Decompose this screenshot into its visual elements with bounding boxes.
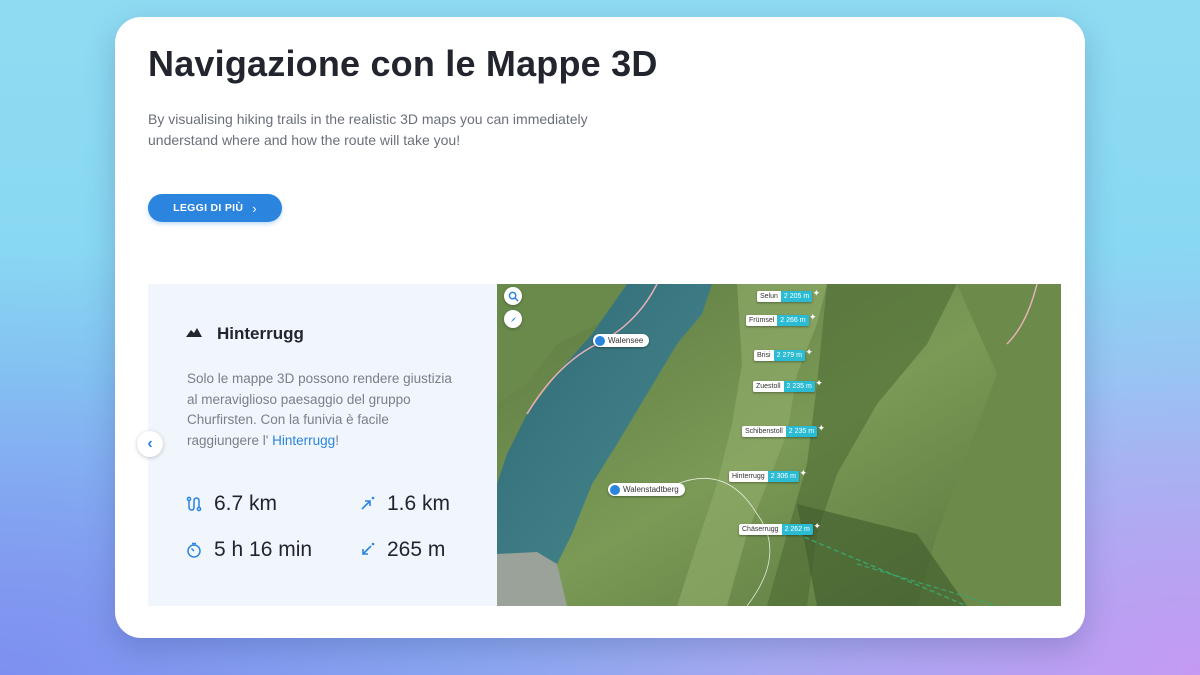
lake-icon <box>595 335 605 346</box>
peak-name: Zuestoll <box>753 381 784 392</box>
stat-ascent: 1.6 km <box>359 492 450 516</box>
peak-name: Brisi <box>754 350 774 361</box>
peak-elevation: 2 235 m <box>783 381 815 392</box>
peak-name: Selun <box>757 291 781 302</box>
feature-description: By visualising hiking trails in the real… <box>148 111 588 148</box>
map-compass-button[interactable] <box>504 310 522 328</box>
chevron-left-icon: ‹ <box>147 435 153 452</box>
peak-elevation: 2 235 m <box>785 426 818 437</box>
ascent-arrow-icon <box>361 496 375 510</box>
place-name: Walensee <box>608 336 644 345</box>
summit-star-icon: ✦ <box>809 312 817 322</box>
descent-value: 265 m <box>387 538 446 561</box>
summit-star-icon: ✦ <box>813 521 821 531</box>
tour-title: Hinterrugg <box>217 324 304 343</box>
place-label-walensee[interactable]: Walensee <box>593 334 650 347</box>
peak-name: Schibenstoll <box>742 426 786 437</box>
peak-elevation: 2 266 m <box>777 315 809 326</box>
place-label-walenstadtberg[interactable]: Walenstadtberg <box>608 483 685 496</box>
chevron-right-icon: › <box>252 200 257 216</box>
peak-label-chaserrugg[interactable]: Chäserrugg 2 262 m ✦ <box>739 521 821 535</box>
read-more-label: LEGGI DI PIÙ <box>173 202 244 214</box>
route-distance-icon <box>186 496 202 512</box>
stat-distance: 6.7 km <box>186 492 277 516</box>
village-icon <box>610 484 620 495</box>
peak-elevation: 2 262 m <box>781 524 813 535</box>
read-more-button[interactable]: LEGGI DI PIÙ › <box>148 194 282 222</box>
stat-descent: 265 m <box>359 538 445 562</box>
tour-description-end: ! <box>335 432 339 448</box>
peak-label-schibenstoll[interactable]: Schibenstoll 2 235 m ✦ <box>742 423 825 437</box>
summit-star-icon: ✦ <box>812 288 821 298</box>
mountain-icon <box>186 328 202 337</box>
stat-duration: 5 h 16 min <box>186 538 312 562</box>
map-search-button[interactable] <box>504 287 522 305</box>
summit-star-icon: ✦ <box>805 347 813 357</box>
map-3d-view[interactable]: Walensee Walenstadtberg Selun 2 205 m ✦ … <box>497 284 1061 606</box>
peak-elevation: 2 279 m <box>773 350 805 361</box>
ascent-value: 1.6 km <box>387 492 451 515</box>
peak-name: Chäserrugg <box>739 524 782 535</box>
descent-arrow-icon <box>362 542 375 555</box>
summit-star-icon: ✦ <box>817 423 826 433</box>
peak-label-selun[interactable]: Selun 2 205 m ✦ <box>757 288 820 302</box>
peak-label-zuestoll[interactable]: Zuestoll 2 235 m ✦ <box>753 378 823 392</box>
peak-elevation: 2 205 m <box>780 291 813 302</box>
carousel-prev-button[interactable]: ‹ <box>137 431 163 457</box>
summit-star-icon: ✦ <box>799 468 807 478</box>
peak-name: Frümsel <box>746 315 778 326</box>
tour-info-panel: Hinterrugg Solo le mappe 3D possono rend… <box>148 284 497 606</box>
peak-label-hinterrugg[interactable]: Hinterrugg 2 306 m ✦ <box>729 468 807 482</box>
peak-label-brisi[interactable]: Brisi 2 279 m ✦ <box>754 347 813 361</box>
peak-name: Hinterrugg <box>729 471 768 482</box>
tour-description: Solo le mappe 3D possono rendere giustiz… <box>187 369 462 451</box>
compass-icon <box>510 316 516 322</box>
summit-star-icon: ✦ <box>815 378 823 388</box>
peak-label-frumsel[interactable]: Frümsel 2 266 m ✦ <box>746 312 817 326</box>
distance-value: 6.7 km <box>214 492 278 515</box>
search-icon <box>508 291 519 302</box>
page-title: Navigazione con le Mappe 3D <box>148 43 658 84</box>
hinterrugg-link[interactable]: Hinterrugg <box>272 433 335 448</box>
duration-value: 5 h 16 min <box>214 538 313 561</box>
feature-card: Navigazione con le Mappe 3D By visualisi… <box>115 17 1085 638</box>
place-name: Walenstadtberg <box>623 485 679 494</box>
terrain-map[interactable] <box>497 284 1061 606</box>
peak-elevation: 2 306 m <box>767 471 799 482</box>
stopwatch-icon <box>187 542 201 558</box>
